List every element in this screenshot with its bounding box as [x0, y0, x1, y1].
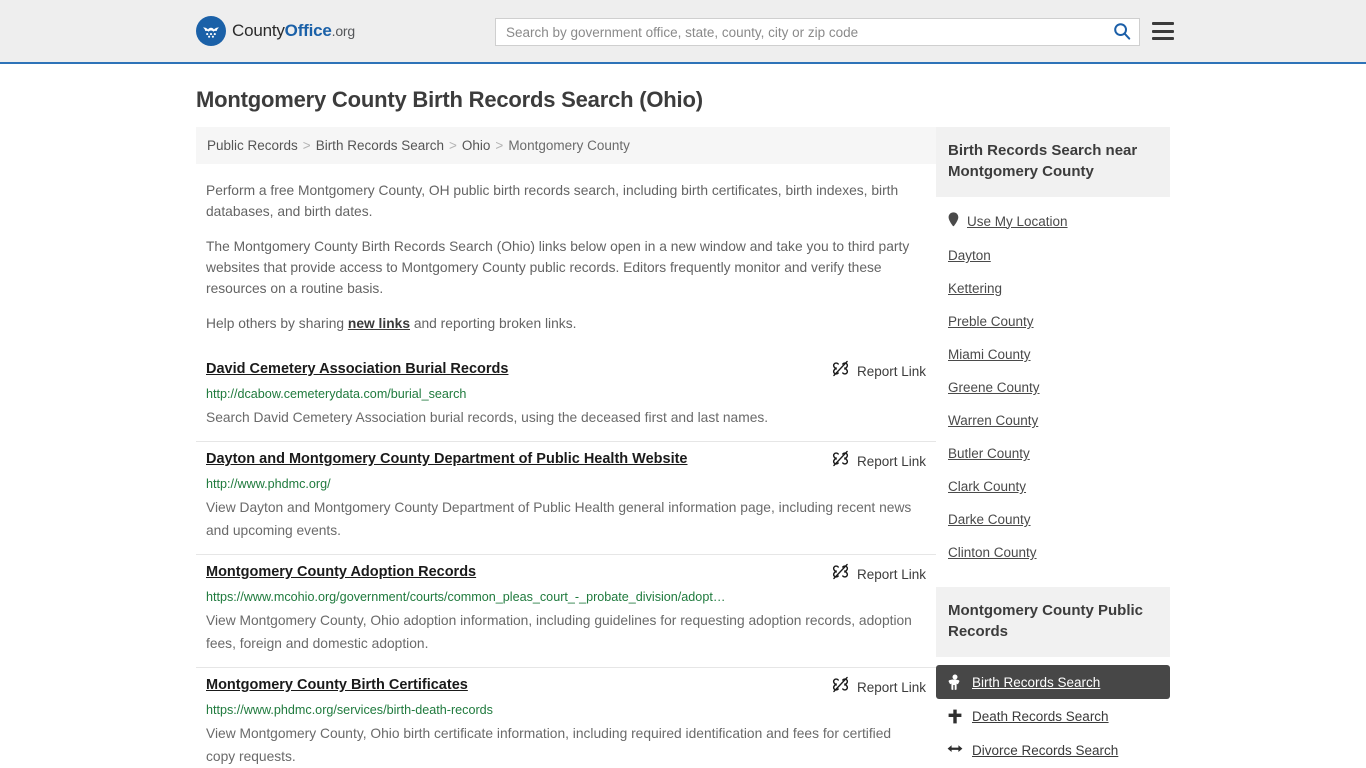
- nearby-link-dayton[interactable]: Dayton: [936, 239, 1170, 272]
- page-body: Montgomery County Birth Records Search (…: [0, 87, 1366, 768]
- brand-part-county: County: [232, 21, 285, 40]
- nearby-link-label: Kettering: [948, 281, 1003, 296]
- intro-p3-before: Help others by sharing: [206, 316, 348, 331]
- nearby-link-label: Darke County: [948, 512, 1031, 527]
- result-item: Dayton and Montgomery County Department …: [196, 441, 936, 554]
- breadcrumb-item-current: Montgomery County: [508, 138, 630, 153]
- nearby-link-miami-county[interactable]: Miami County: [936, 338, 1170, 371]
- result-item: Montgomery County Birth Certificates Rep…: [196, 667, 936, 768]
- search-button[interactable]: [1105, 19, 1139, 45]
- result-item: David Cemetery Association Burial Record…: [196, 352, 936, 441]
- search-bar: [495, 18, 1140, 46]
- record-link-divorce-records-search[interactable]: Divorce Records Search: [936, 733, 1170, 767]
- intro-paragraph-3: Help others by sharing new links and rep…: [196, 313, 912, 334]
- record-link-label: Birth Records Search: [972, 674, 1101, 690]
- report-link-button[interactable]: Report Link: [832, 359, 926, 382]
- intro-paragraph-2: The Montgomery County Birth Records Sear…: [206, 239, 910, 296]
- result-title-link[interactable]: Montgomery County Birth Certificates: [206, 675, 468, 695]
- nearby-searches-heading: Birth Records Search near Montgomery Cou…: [936, 127, 1170, 197]
- intro-text: Perform a free Montgomery County, OH pub…: [196, 180, 936, 334]
- result-title-link[interactable]: David Cemetery Association Burial Record…: [206, 359, 508, 379]
- result-url[interactable]: https://www.phdmc.org/services/birth-dea…: [206, 702, 926, 719]
- site-logo[interactable]: CountyOffice.org: [196, 16, 355, 46]
- result-description: View Montgomery County, Ohio birth certi…: [206, 726, 892, 764]
- public-records-heading: Montgomery County Public Records: [936, 587, 1170, 657]
- breadcrumb-item-birth-records-search[interactable]: Birth Records Search: [316, 138, 444, 153]
- nearby-link-butler-county[interactable]: Butler County: [936, 437, 1170, 470]
- record-link-label: Divorce Records Search: [972, 742, 1119, 758]
- report-link-label: Report Link: [856, 453, 926, 469]
- brand-part-tld: .org: [331, 23, 356, 39]
- result-url[interactable]: http://www.phdmc.org/: [206, 476, 926, 493]
- search-input[interactable]: [496, 19, 1105, 45]
- report-link-button[interactable]: Report Link: [832, 449, 926, 472]
- report-link-label: Report Link: [856, 363, 926, 379]
- new-links-link[interactable]: new links: [348, 316, 410, 331]
- intro-p3-after: and reporting broken links.: [410, 316, 577, 331]
- report-link-button[interactable]: Report Link: [832, 562, 926, 585]
- cross-icon: [947, 708, 963, 724]
- nearby-link-greene-county[interactable]: Greene County: [936, 371, 1170, 404]
- main-column: Public Records > Birth Records Search > Ohio…: [196, 127, 936, 768]
- breadcrumb-separator: >: [495, 138, 504, 153]
- brand-part-office: Office: [284, 21, 332, 40]
- result-description: Search David Cemetery Association burial…: [206, 410, 769, 425]
- nearby-link-label: Butler County: [948, 446, 1030, 461]
- result-url[interactable]: https://www.mcohio.org/government/courts…: [206, 589, 926, 606]
- sidebar: Birth Records Search near Montgomery Cou…: [936, 127, 1170, 768]
- result-description: View Montgomery County, Ohio adoption in…: [206, 613, 912, 651]
- nearby-link-label: Clark County: [948, 479, 1027, 494]
- breadcrumb: Public Records > Birth Records Search > Ohio…: [196, 127, 936, 164]
- nearby-link-label: Preble County: [948, 314, 1034, 329]
- nearby-link-label: Greene County: [948, 380, 1040, 395]
- record-link-label: Death Records Search: [972, 708, 1109, 724]
- breadcrumb-separator: >: [302, 138, 311, 153]
- unlink-broken-chain-icon: [832, 360, 849, 382]
- nearby-link-darke-county[interactable]: Darke County: [936, 503, 1170, 536]
- unlink-broken-chain-icon: [832, 563, 849, 585]
- search-icon: [1113, 22, 1131, 43]
- nearby-link-label: Miami County: [948, 347, 1031, 362]
- eagle-stars-logo-icon: [196, 16, 226, 46]
- public-records-list: Birth Records Search Death Records Searc…: [936, 665, 1170, 767]
- result-title-link[interactable]: Dayton and Montgomery County Department …: [206, 449, 688, 469]
- record-link-death-records-search[interactable]: Death Records Search: [936, 699, 1170, 733]
- nearby-link-label: Warren County: [948, 413, 1039, 428]
- breadcrumb-item-public-records[interactable]: Public Records: [207, 138, 298, 153]
- nearby-link-kettering[interactable]: Kettering: [936, 272, 1170, 305]
- use-my-location-button[interactable]: Use My Location: [936, 203, 1170, 239]
- nearby-link-label: Clinton County: [948, 545, 1037, 560]
- result-url[interactable]: http://dcabow.cemeterydata.com/burial_se…: [206, 386, 926, 403]
- intro-paragraph-1: Perform a free Montgomery County, OH pub…: [206, 183, 899, 219]
- baby-icon: [947, 674, 963, 690]
- unlink-broken-chain-icon: [832, 676, 849, 698]
- use-my-location-label: Use My Location: [967, 213, 1068, 229]
- nearby-searches-card: Birth Records Search near Montgomery Cou…: [936, 127, 1170, 569]
- nearby-link-preble-county[interactable]: Preble County: [936, 305, 1170, 338]
- result-title-link[interactable]: Montgomery County Adoption Records: [206, 562, 476, 582]
- result-description: View Dayton and Montgomery County Depart…: [206, 500, 912, 538]
- result-item: Montgomery County Adoption Records Repor…: [196, 554, 936, 667]
- hamburger-menu-icon[interactable]: [1152, 20, 1174, 42]
- results-list: David Cemetery Association Burial Record…: [196, 352, 936, 768]
- page-title: Montgomery County Birth Records Search (…: [196, 87, 703, 112]
- record-link-birth-records-search[interactable]: Birth Records Search: [936, 665, 1170, 699]
- nearby-link-warren-county[interactable]: Warren County: [936, 404, 1170, 437]
- unlink-broken-chain-icon: [832, 450, 849, 472]
- map-pin-icon: [948, 212, 959, 230]
- breadcrumb-item-ohio[interactable]: Ohio: [462, 138, 491, 153]
- nearby-link-clinton-county[interactable]: Clinton County: [936, 536, 1170, 569]
- report-link-button[interactable]: Report Link: [832, 675, 926, 698]
- nearby-links-list: Use My Location Dayton Kettering Preble …: [936, 197, 1170, 569]
- nearby-link-label: Dayton: [948, 248, 991, 263]
- public-records-card: Montgomery County Public Records Birth R…: [936, 587, 1170, 767]
- left-right-arrow-icon: [947, 742, 963, 758]
- report-link-label: Report Link: [856, 679, 926, 695]
- nearby-link-clark-county[interactable]: Clark County: [936, 470, 1170, 503]
- breadcrumb-separator: >: [449, 138, 457, 153]
- report-link-label: Report Link: [856, 566, 926, 582]
- site-header: CountyOffice.org: [0, 0, 1366, 64]
- brand-wordmark: CountyOffice.org: [232, 21, 355, 41]
